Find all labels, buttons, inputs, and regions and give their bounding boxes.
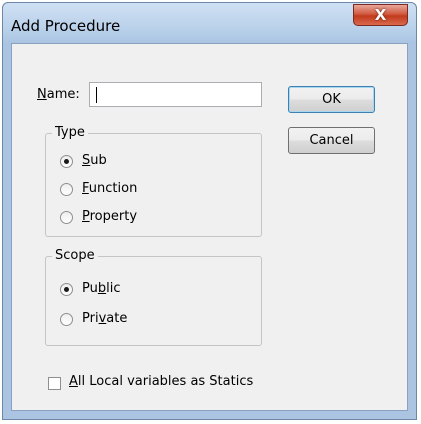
radio-button-icon[interactable]	[60, 313, 73, 326]
radio-label-private: Private	[82, 311, 128, 326]
scope-group: Scope Public Private	[45, 248, 262, 346]
radio-label-public: Public	[82, 281, 121, 296]
radio-label-sub: Sub	[82, 153, 107, 168]
add-procedure-dialog: Add Procedure X Name: OK Cancel Type Sub…	[2, 2, 417, 420]
cancel-button[interactable]: Cancel	[288, 127, 375, 154]
title-bar[interactable]: Add Procedure X	[3, 3, 416, 43]
radio-button-icon[interactable]	[60, 283, 73, 296]
type-group: Type Sub Function Property	[45, 125, 262, 237]
radio-button-icon[interactable]	[60, 155, 73, 168]
name-input[interactable]	[89, 82, 262, 107]
close-icon: X	[374, 6, 387, 24]
radio-label-function: Function	[82, 181, 138, 196]
radio-label-property: Property	[82, 209, 138, 224]
dialog-title: Add Procedure	[11, 17, 121, 35]
radio-button-icon[interactable]	[60, 211, 73, 224]
dialog-body: Name: OK Cancel Type Sub Function Proper…	[11, 43, 408, 411]
ok-button[interactable]: OK	[288, 86, 375, 113]
text-caret	[96, 87, 97, 103]
close-button[interactable]: X	[353, 4, 408, 26]
type-group-title: Type	[52, 125, 88, 140]
radio-button-icon[interactable]	[60, 183, 73, 196]
statics-checkbox[interactable]	[48, 377, 61, 390]
name-label: Name:	[37, 87, 80, 102]
statics-checkbox-label[interactable]: All Local variables as Statics	[69, 374, 253, 389]
scope-group-title: Scope	[52, 248, 98, 263]
